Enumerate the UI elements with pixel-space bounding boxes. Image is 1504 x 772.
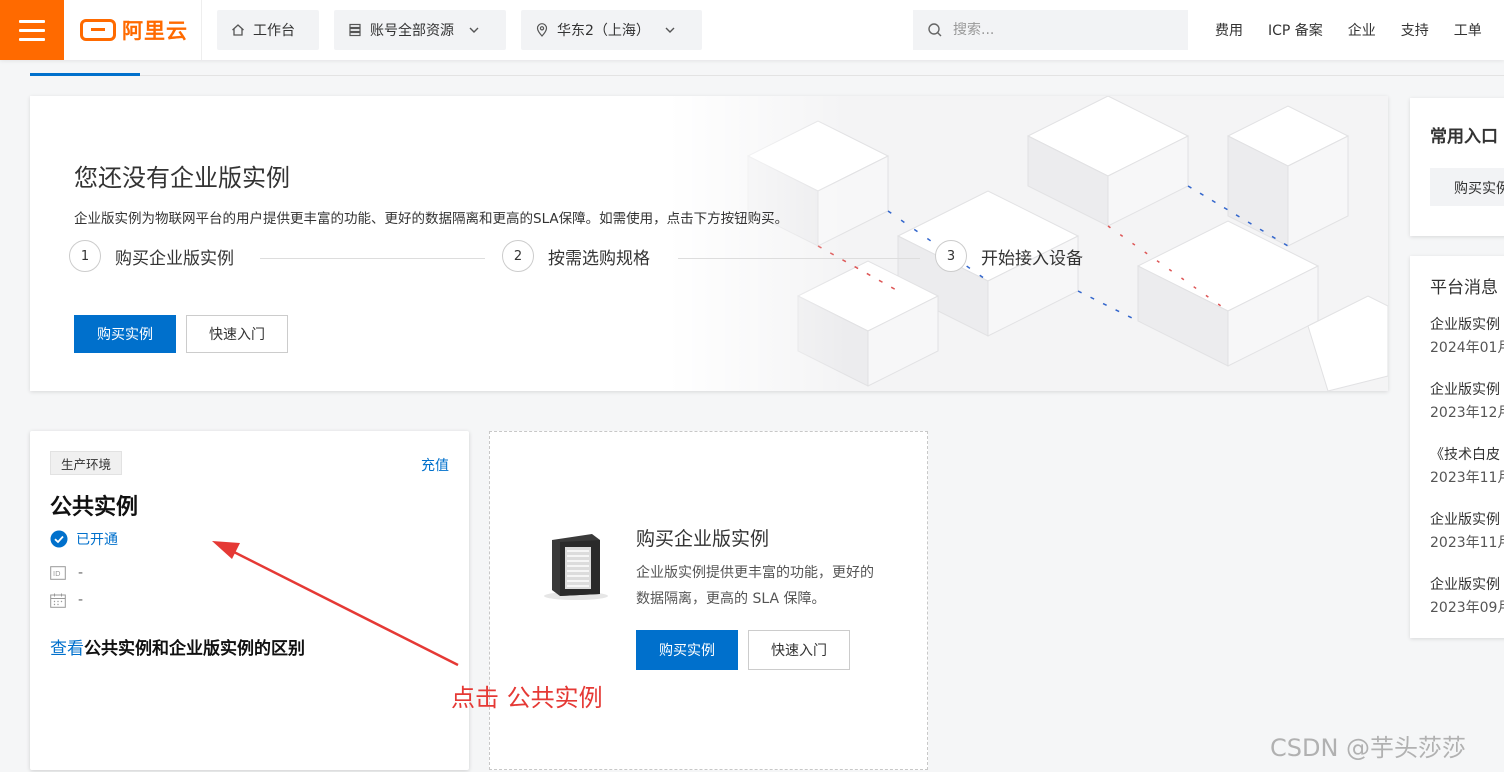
server-cabinet-icon: [544, 534, 608, 600]
step-number: 3: [935, 240, 967, 272]
message-date: 2024年01月: [1430, 340, 1504, 356]
search-input[interactable]: [953, 22, 1173, 38]
messages-title: 平台消息: [1430, 278, 1498, 298]
step-connector: [260, 258, 485, 259]
workbench-label: 工作台: [253, 23, 295, 39]
step-label: 按需选购规格: [548, 248, 650, 269]
buy-instance-button[interactable]: 购买实例: [74, 315, 176, 353]
message-date: 2023年11月: [1430, 535, 1504, 551]
shortcut-buy-instance[interactable]: 购买实例: [1430, 168, 1504, 206]
top-bar: 阿里云 工作台 账号全部资源 华东2（上海） 费用 ICP 备案 企业 支持 工…: [0, 0, 1504, 60]
nav-tickets[interactable]: 工单: [1454, 20, 1482, 40]
nav-billing[interactable]: 费用: [1215, 20, 1243, 40]
step-label: 开始接入设备: [981, 248, 1083, 269]
step-number: 1: [69, 240, 101, 272]
compare-text: 公共实例和企业版实例的区别: [84, 639, 305, 659]
message-item[interactable]: 《技术白皮 2023年11月: [1430, 444, 1504, 490]
home-icon: [232, 24, 244, 36]
message-title: 企业版实例: [1430, 382, 1500, 398]
svg-text:ID: ID: [53, 570, 60, 578]
message-date: 2023年11月: [1430, 470, 1504, 486]
region-selector[interactable]: 华东2（上海）: [521, 10, 702, 50]
step-number: 2: [502, 240, 534, 272]
instance-id-row: ID -: [50, 565, 83, 581]
instance-status: 已开通: [50, 529, 118, 549]
step-label: 购买企业版实例: [115, 248, 234, 269]
hamburger-menu-icon[interactable]: [0, 0, 64, 60]
search-icon: [928, 23, 942, 37]
annotation-text: 点击 公共实例: [451, 684, 603, 712]
message-item[interactable]: 企业版实例 2023年12月: [1430, 379, 1504, 425]
instance-id-value: -: [78, 565, 84, 581]
compare-instances: 查看公共实例和企业版实例的区别: [50, 634, 305, 659]
header-divider: [201, 0, 202, 60]
buy-instance-button[interactable]: 购买实例: [636, 630, 738, 670]
message-title: 《技术白皮: [1430, 447, 1500, 463]
message-item[interactable]: 企业版实例 2024年01月: [1430, 314, 1504, 360]
quickstart-button[interactable]: 快速入门: [186, 315, 288, 353]
instance-title[interactable]: 公共实例: [50, 489, 138, 521]
nav-support[interactable]: 支持: [1401, 20, 1429, 40]
message-item[interactable]: 企业版实例 2023年11月: [1430, 509, 1504, 555]
shortcuts-title: 常用入口: [1430, 127, 1498, 147]
message-title: 企业版实例: [1430, 512, 1500, 528]
message-title: 企业版实例: [1430, 577, 1500, 593]
step-3: 3 开始接入设备: [935, 240, 1083, 272]
watermark: CSDN @芋头莎莎: [1270, 734, 1467, 762]
check-circle-icon: [50, 530, 68, 548]
aliyun-logo-mark-icon: [80, 19, 116, 41]
tab-bar-underline: [30, 75, 1504, 76]
step-connector: [678, 258, 920, 259]
instance-date-row: -: [50, 592, 83, 608]
environment-tag: 生产环境: [50, 451, 123, 475]
buy-enterprise-card: 购买企业版实例 企业版实例提供更丰富的功能，更好的数据隔离，更高的 SLA 保障…: [489, 431, 928, 770]
banner-title: 您还没有企业版实例: [74, 164, 290, 192]
message-date: 2023年09月: [1430, 600, 1504, 616]
nav-icp[interactable]: ICP 备案: [1268, 20, 1323, 40]
resource-selector[interactable]: 账号全部资源: [334, 10, 506, 50]
quickstart-button[interactable]: 快速入门: [748, 630, 850, 670]
platform-messages-panel: 平台消息 企业版实例 2024年01月 企业版实例 2023年12月 《技术白皮…: [1410, 256, 1504, 638]
shortcuts-panel: 常用入口 购买实例: [1410, 98, 1504, 236]
nav-enterprise[interactable]: 企业: [1348, 20, 1376, 40]
chevron-down-icon: [665, 27, 675, 33]
message-date: 2023年12月: [1430, 405, 1504, 421]
no-enterprise-instance-banner: 您还没有企业版实例 企业版实例为物联网平台的用户提供更丰富的功能、更好的数据隔离…: [30, 96, 1388, 391]
banner-description: 企业版实例为物联网平台的用户提供更丰富的功能、更好的数据隔离和更高的SLA保障。…: [74, 211, 789, 227]
aliyun-logo[interactable]: 阿里云: [80, 14, 188, 46]
database-icon: [349, 23, 361, 37]
resource-selector-label: 账号全部资源: [370, 23, 454, 39]
id-card-icon: ID: [50, 566, 66, 580]
calendar-icon: [50, 593, 66, 608]
logo-text: 阿里云: [122, 19, 188, 43]
region-selector-label: 华东2（上海）: [557, 23, 650, 39]
step-1: 1 购买企业版实例: [69, 240, 234, 272]
chevron-down-icon: [469, 27, 479, 33]
global-search[interactable]: [913, 10, 1188, 50]
buy-card-title: 购买企业版实例: [636, 528, 770, 550]
instance-date-value: -: [78, 592, 84, 608]
view-link[interactable]: 查看: [50, 639, 84, 659]
public-instance-card[interactable]: 生产环境 充值 公共实例 已开通 ID - - 查看公共实例和企业版实例的区别: [30, 431, 469, 770]
buy-card-description: 企业版实例提供更丰富的功能，更好的数据隔离，更高的 SLA 保障。: [636, 565, 874, 607]
message-item[interactable]: 企业版实例 2023年09月: [1430, 574, 1504, 620]
top-nav: 费用 ICP 备案 企业 支持 工单: [1215, 0, 1482, 60]
workbench-button[interactable]: 工作台: [217, 10, 319, 50]
active-tab-indicator: [30, 73, 140, 76]
message-title: 企业版实例: [1430, 317, 1500, 333]
recharge-link[interactable]: 充值: [421, 455, 449, 475]
status-label: 已开通: [76, 532, 118, 548]
step-2: 2 按需选购规格: [502, 240, 650, 272]
location-pin-icon: [536, 23, 548, 37]
